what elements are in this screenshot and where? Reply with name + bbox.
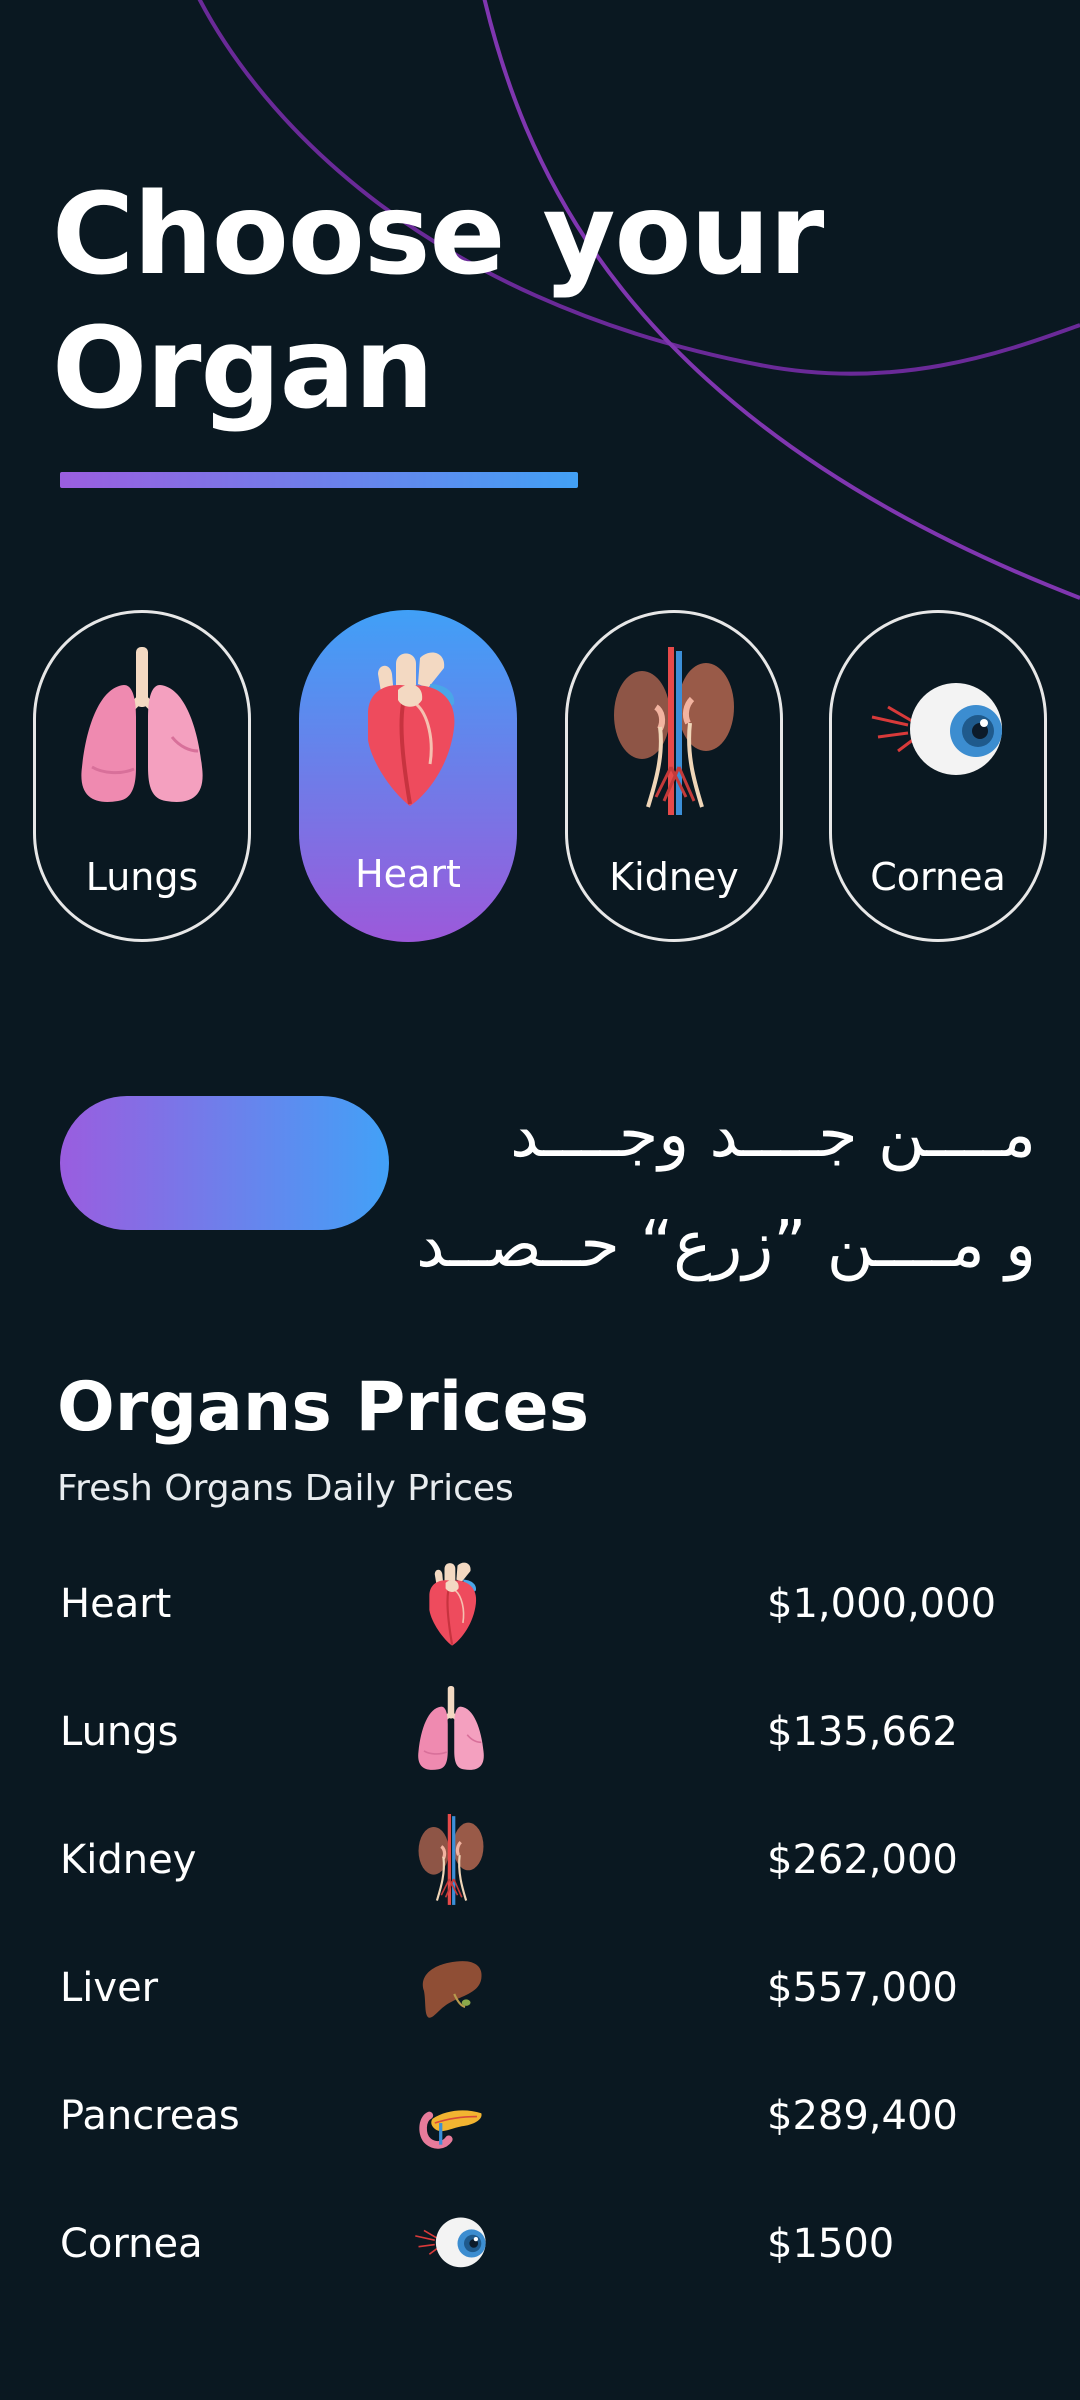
liver-icon — [396, 1942, 506, 2034]
organ-name: Kidney — [60, 1837, 197, 1883]
promo-slogan-line1: مــــن جــــد وجــــد — [510, 1098, 1036, 1172]
lungs-icon — [72, 647, 212, 817]
organ-name: Lungs — [60, 1709, 179, 1755]
organ-card-label: Cornea — [870, 855, 1006, 899]
heart-icon — [338, 644, 478, 814]
kidney-icon — [396, 1814, 506, 1906]
organ-price: $557,000 — [767, 1965, 958, 2011]
organ-card-kidney[interactable]: Kidney — [565, 610, 783, 942]
organ-price: $1500 — [767, 2221, 895, 2267]
price-row-cornea[interactable]: Cornea $1500 — [0, 2180, 1080, 2308]
pancreas-icon — [396, 2070, 506, 2162]
organ-name: Cornea — [60, 2221, 203, 2267]
eye-icon — [868, 647, 1008, 817]
price-row-liver[interactable]: Liver $557,000 — [0, 1924, 1080, 2052]
eye-icon — [396, 2198, 506, 2290]
organ-name: Heart — [60, 1581, 172, 1627]
organ-card-label: Heart — [355, 852, 461, 896]
organ-price: $1,000,000 — [767, 1581, 997, 1627]
prices-section-title: Organs Prices — [57, 1368, 590, 1447]
page-title: Choose your Organ — [52, 168, 952, 436]
title-underline — [60, 472, 578, 488]
promo-slogan-line2: و مــــن ”زرع“ حــصــد — [416, 1208, 1036, 1282]
lungs-icon — [396, 1686, 506, 1778]
promo-button[interactable] — [60, 1096, 389, 1230]
price-row-kidney[interactable]: Kidney $262,000 — [0, 1796, 1080, 1924]
heart-icon — [396, 1558, 506, 1650]
organ-price: $135,662 — [767, 1709, 958, 1755]
kidney-icon — [604, 647, 744, 817]
organ-card-label: Kidney — [609, 855, 739, 899]
organ-card-cornea[interactable]: Cornea — [829, 610, 1047, 942]
price-row-pancreas[interactable]: Pancreas $289,400 — [0, 2052, 1080, 2180]
organ-card-heart[interactable]: Heart — [299, 610, 517, 942]
organ-price: $262,000 — [767, 1837, 958, 1883]
page-title-line1: Choose your — [52, 170, 824, 300]
page-title-line2: Organ — [52, 304, 434, 434]
organ-card-lungs[interactable]: Lungs — [33, 610, 251, 942]
prices-section-subtitle: Fresh Organs Daily Prices — [57, 1468, 514, 1509]
organ-name: Liver — [60, 1965, 159, 2011]
organ-price: $289,400 — [767, 2093, 958, 2139]
organ-card-label: Lungs — [85, 855, 199, 899]
price-row-heart[interactable]: Heart $1,000,000 — [0, 1540, 1080, 1668]
promo-slogan: مــــن جــــد وجــــد و مــــن ”زرع“ حــ… — [416, 1080, 1036, 1300]
price-row-lungs[interactable]: Lungs $135,662 — [0, 1668, 1080, 1796]
organ-selector: Lungs Heart Kidney Cornea — [33, 610, 1049, 946]
organ-name: Pancreas — [60, 2093, 240, 2139]
